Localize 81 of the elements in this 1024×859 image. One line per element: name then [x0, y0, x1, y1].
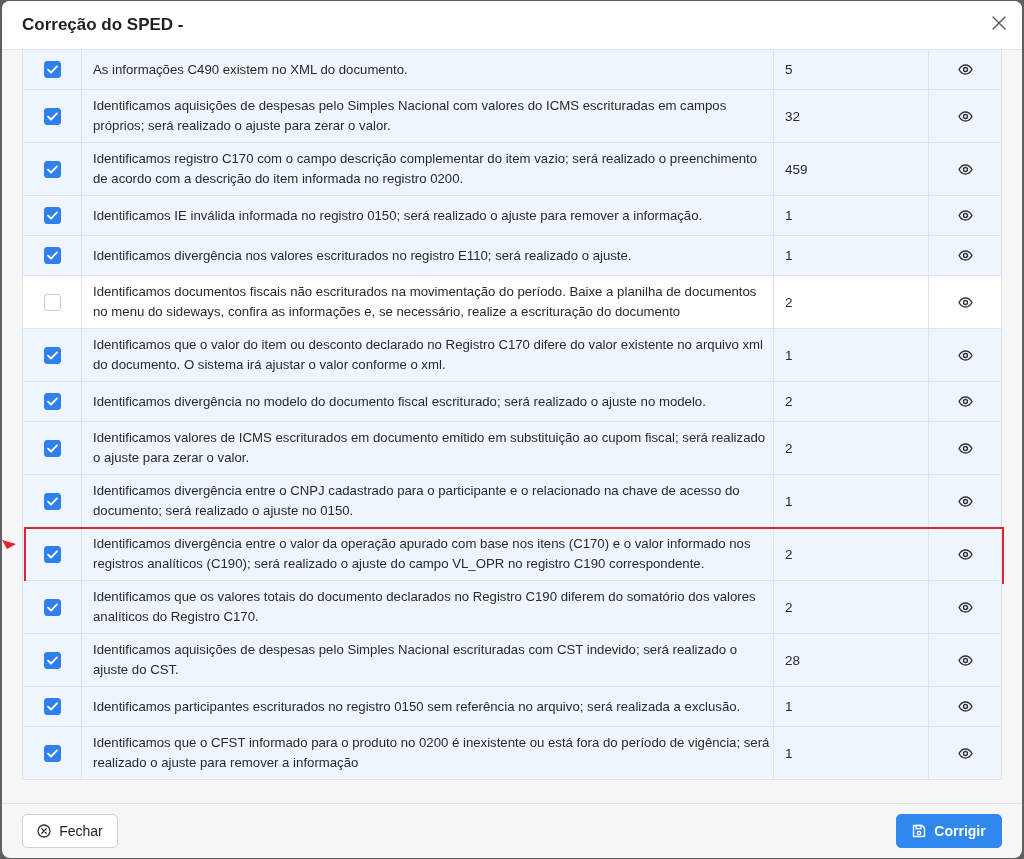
checkbox[interactable]: [43, 293, 61, 311]
table-cell: Identificamos divergência no modelo do documento fiscal escriturado; será realizado o ajuste no modelo.: [82, 382, 774, 422]
checkbox[interactable]: [43, 744, 61, 762]
table-cell: Identificamos valores de ICMS escriturados em documento emitido em substituição ao cupom fiscal; será realizado o ajuste para zerar o valor.: [82, 422, 774, 475]
table-cell: 1: [774, 475, 929, 528]
table-cell: 5: [774, 50, 929, 90]
close-icon[interactable]: [992, 16, 1006, 30]
checkmark-icon: [46, 602, 58, 612]
table-cell: 2: [774, 276, 929, 329]
table-cell: Identificamos registro C170 com o campo descrição complementar do item vazio; será realizado o preenchimento de acordo com a descrição do item informada no registro 0200.: [82, 143, 774, 196]
checkmark-icon: [46, 211, 58, 220]
eye-icon[interactable]: [957, 548, 973, 560]
eye-icon[interactable]: [957, 601, 973, 613]
table-cell: 1: [774, 727, 929, 780]
save-icon: [912, 824, 927, 838]
eye-icon[interactable]: [957, 64, 973, 75]
checkmark-icon: [46, 496, 58, 506]
arrow-icon: [2, 537, 16, 549]
table-cell: 28: [774, 634, 929, 687]
eye-icon[interactable]: [957, 110, 973, 122]
table-cell: 1: [774, 329, 929, 382]
checkbox[interactable]: [43, 492, 61, 510]
checkmark-icon: [46, 549, 58, 559]
eye-icon[interactable]: [957, 210, 973, 221]
eye-icon[interactable]: [957, 349, 973, 361]
table-cell: 2: [774, 382, 929, 422]
checkmark-icon: [46, 65, 58, 74]
table-cell: Identificamos divergência entre o valor da operação apurado com base nos itens (C170) e o valor informado nos registros analíticos (C190); será realizado o ajuste do campo VL_OPR no registro C190 correspondente.: [82, 528, 774, 581]
eye-icon[interactable]: [957, 442, 973, 454]
close-circle-icon: [37, 824, 52, 838]
checkmark-icon: [46, 111, 58, 121]
close-button[interactable]: Fechar: [22, 814, 118, 848]
table-cell: Identificamos que o CFST informado para o produto no 0200 é inexistente ou está fora do período de vigência; será realizado o ajuste para remover a informação: [82, 727, 774, 780]
eye-icon[interactable]: [957, 747, 973, 759]
table-cell: 1: [774, 196, 929, 236]
checkbox[interactable]: [43, 107, 61, 125]
checkbox[interactable]: [43, 545, 61, 563]
checkbox[interactable]: [43, 61, 61, 78]
checkmark-icon: [46, 702, 58, 711]
table-cell: Identificamos participantes escriturados no registro 0150 sem referência no arquivo; será realizada a exclusão.: [82, 687, 774, 727]
eye-icon[interactable]: [957, 250, 973, 261]
checkbox[interactable]: [43, 598, 61, 616]
dialog-title: Correção do SPED -: [22, 15, 184, 35]
table-cell: 1: [774, 687, 929, 727]
table-cell: Identificamos aquisições de despesas pelo Simples Nacional escrituradas com CST indevido; será realizado o ajuste do CST.: [82, 634, 774, 687]
eye-icon[interactable]: [957, 296, 973, 308]
table-cell: Identificamos divergência nos valores escriturados no registro E110; será realizado o ajuste.: [82, 236, 774, 276]
checkbox[interactable]: [43, 207, 61, 224]
checkmark-icon: [46, 748, 58, 758]
checkbox[interactable]: [43, 247, 61, 264]
table-cell: Identificamos divergência entre o CNPJ cadastrado para o participante e o relacionado na chave de acesso do documento; será realizado o ajuste no 0150.: [82, 475, 774, 528]
fix-button[interactable]: Corrigir: [896, 814, 1002, 848]
checkmark-icon: [46, 251, 58, 260]
table-cell: 2: [774, 581, 929, 634]
eye-icon[interactable]: [957, 701, 973, 712]
checkmark-icon: [46, 164, 58, 174]
checkmark-icon: [46, 350, 58, 360]
table-cell: Identificamos que o valor do item ou desconto declarado no Registro C170 difere do valor existente no arquivo xml do documento. O sistema irá ajustar o valor conforme o xml.: [82, 329, 774, 382]
eye-icon[interactable]: [957, 163, 973, 175]
table-cell: 32: [774, 90, 929, 143]
table-cell: 2: [774, 528, 929, 581]
table-cell: Identificamos aquisições de despesas pelo Simples Nacional com valores do ICMS escrituradas em campos próprios; será realizado o ajuste para zerar o valor.: [82, 90, 774, 143]
table-cell: Identificamos documentos fiscais não escriturados na movimentação do período. Baixe a planilha de documentos no menu do sideways, confira as informações e, se necessário, realize a escrituração do documento: [82, 276, 774, 329]
table-cell: 459: [774, 143, 929, 196]
table-cell: 2: [774, 422, 929, 475]
table-cell: Identificamos IE inválida informada no registro 0150; será realizado o ajuste para remover a informação.: [82, 196, 774, 236]
checkbox[interactable]: [43, 651, 61, 669]
eye-icon[interactable]: [957, 654, 973, 666]
table-cell: Identificamos que os valores totais do documento declarados no Registro C190 diferem do somatório dos valores analíticos do Registro C170.: [82, 581, 774, 634]
checkmark-icon: [46, 397, 58, 406]
table-cell: As informações C490 existem no XML do documento.: [82, 50, 774, 90]
checkmark-icon: [46, 655, 58, 665]
eye-icon[interactable]: [957, 396, 973, 407]
checkbox[interactable]: [43, 393, 61, 410]
checkbox[interactable]: [43, 698, 61, 715]
table-cell: 1: [774, 236, 929, 276]
checkbox[interactable]: [43, 439, 61, 457]
checkbox[interactable]: [43, 160, 61, 178]
checkbox[interactable]: [43, 346, 61, 364]
checkmark-icon: [46, 443, 58, 453]
eye-icon[interactable]: [957, 495, 973, 507]
